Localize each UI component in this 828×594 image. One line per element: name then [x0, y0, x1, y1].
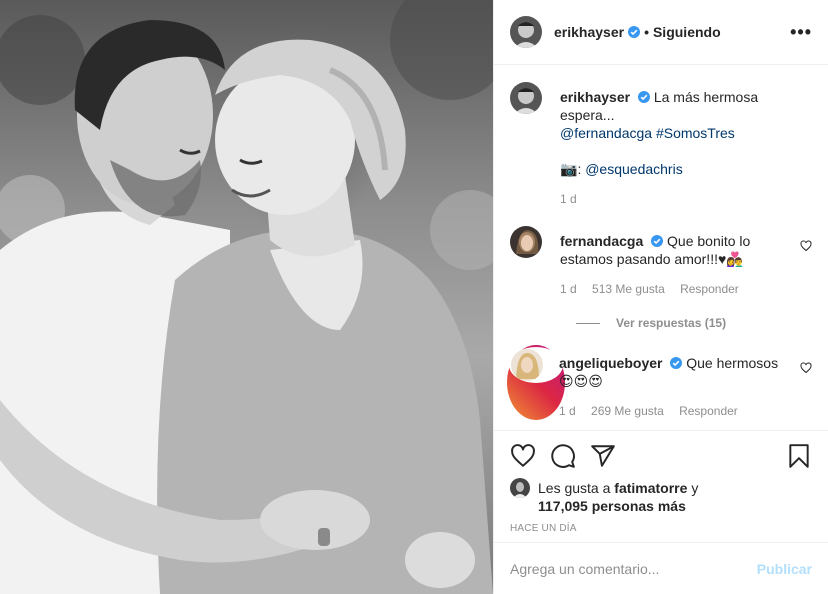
comment-body: Que hermosos: [686, 355, 779, 371]
likes-mid: y: [691, 480, 699, 496]
verified-icon: [670, 357, 683, 369]
comment-like-icon[interactable]: [800, 362, 812, 374]
likes-prefix: Les gusta a: [538, 480, 611, 496]
instagram-post: erikhayser • Siguiendo ••• erikhayser La…: [0, 0, 828, 594]
credit-link[interactable]: @esquedachris: [585, 161, 683, 177]
post-header: erikhayser • Siguiendo •••: [494, 0, 828, 65]
more-options-icon[interactable]: •••: [790, 22, 812, 43]
post-photo[interactable]: [0, 0, 493, 594]
comment-icon[interactable]: [550, 443, 576, 469]
commenter-avatar[interactable]: [511, 349, 543, 381]
header-separator: •: [644, 24, 649, 40]
bookmark-icon[interactable]: [786, 443, 812, 469]
view-replies-button[interactable]: Ver respuestas (15): [576, 316, 812, 330]
publish-button[interactable]: Publicar: [757, 561, 812, 577]
comment-emojis: 😍😍😍: [559, 373, 603, 389]
comment-likes[interactable]: 513 Me gusta: [592, 282, 665, 296]
reply-button[interactable]: Responder: [679, 404, 738, 418]
caption-text: erikhayser La más hermosa espera...: [560, 88, 812, 124]
add-comment-bar: Publicar: [494, 542, 828, 594]
caption-tags[interactable]: @fernandacga #SomosTres: [560, 124, 812, 142]
reply-button[interactable]: Responder: [680, 282, 739, 296]
likes-text: Les gusta a fatimatorre y 117,095 person…: [538, 479, 698, 515]
comment-meta: 1 d 513 Me gusta Responder: [560, 280, 788, 298]
verified-icon: [651, 235, 664, 247]
verified-icon: [628, 26, 641, 38]
comment-item: fernandacga Que bonito lo estamos pasand…: [510, 226, 812, 298]
share-icon[interactable]: [590, 443, 616, 469]
liker-avatar[interactable]: [510, 478, 530, 498]
comment-username[interactable]: fernandacga: [560, 233, 643, 249]
caption-username[interactable]: erikhayser: [560, 89, 630, 105]
commenter-avatar[interactable]: [510, 226, 542, 258]
comment-likes[interactable]: 269 Me gusta: [591, 404, 664, 418]
likes-count[interactable]: 117,095 personas más: [538, 498, 686, 514]
photo-illustration: [0, 0, 493, 594]
caption-time[interactable]: 1 d: [560, 192, 577, 206]
comment-text: fernandacga Que bonito lo estamos pasand…: [560, 232, 788, 268]
comment-time[interactable]: 1 d: [560, 282, 577, 296]
verified-icon: [637, 91, 650, 103]
post-actions: Les gusta a fatimatorre y 117,095 person…: [494, 430, 828, 534]
caption-credit: 📷: @esquedachris: [560, 160, 812, 178]
author-username[interactable]: erikhayser: [554, 24, 624, 40]
liker-username[interactable]: fatimatorre: [614, 480, 687, 496]
caption: erikhayser La más hermosa espera... @fer…: [510, 82, 812, 208]
story-ring[interactable]: [507, 345, 565, 420]
post-details-panel: erikhayser • Siguiendo ••• erikhayser La…: [493, 0, 828, 594]
post-timestamp[interactable]: HACE UN DÍA: [510, 523, 812, 534]
camera-emoji: 📷: [560, 161, 578, 177]
comment-item: angeliqueboyer Que hermosos 😍😍😍 1 d 269 …: [507, 345, 812, 420]
comment-input[interactable]: [510, 560, 757, 577]
view-replies-label[interactable]: Ver respuestas (15): [616, 316, 726, 330]
following-button[interactable]: Siguiendo: [653, 24, 721, 40]
comment-like-icon[interactable]: [800, 240, 812, 252]
heart-icon[interactable]: [510, 443, 536, 469]
likes-summary: Les gusta a fatimatorre y 117,095 person…: [510, 478, 812, 515]
caption-meta: 1 d: [560, 190, 812, 208]
comment-meta: 1 d 269 Me gusta Responder: [559, 402, 788, 420]
caption-avatar[interactable]: [510, 82, 542, 114]
credit-separator: :: [577, 161, 582, 177]
comments-list[interactable]: erikhayser La más hermosa espera... @fer…: [494, 66, 828, 430]
comment-text: angeliqueboyer Que hermosos: [559, 354, 788, 372]
replies-line: [576, 322, 600, 324]
comment-time[interactable]: 1 d: [559, 404, 576, 418]
author-avatar[interactable]: [510, 16, 542, 48]
comment-username[interactable]: angeliqueboyer: [559, 355, 662, 371]
action-icons: [510, 431, 812, 481]
